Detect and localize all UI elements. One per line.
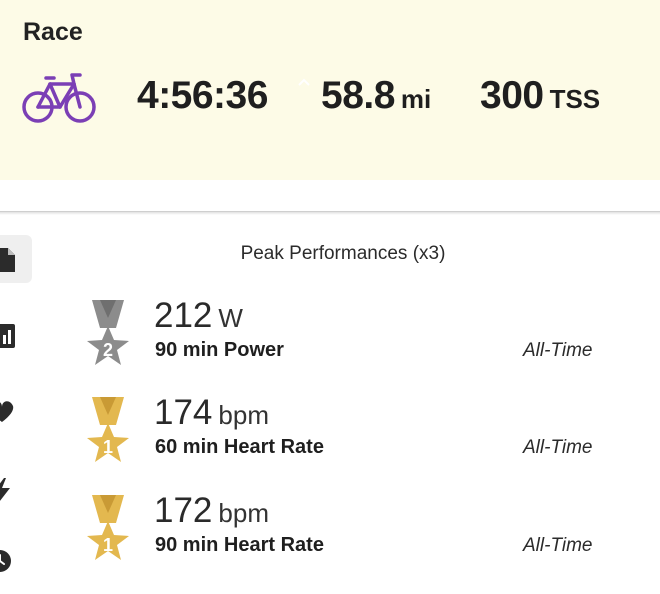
perf-value: 174 bpm [154,393,269,433]
distance-stat: 58.8 mi [321,74,431,118]
perf-label: 60 min Heart Rate [155,436,324,458]
tss-unit: TSS [549,84,601,114]
activity-title: Race [23,18,83,46]
distance-value: 58.8 [321,74,395,117]
distance-unit: mi [400,84,432,114]
list-item[interactable]: 1 174 bpm 60 min Heart Rate All-Time [0,393,660,487]
gold-medal-icon: 1 [87,397,129,462]
medal-rank: 2 [103,340,113,360]
duration-value: 4:56:36 [137,74,268,117]
perf-number: 174 [154,393,213,432]
tss-value: 300 [480,74,544,117]
perf-label: 90 min Power [155,339,284,361]
perf-unit: bpm [218,400,269,430]
list-item[interactable]: 1 172 bpm 90 min Heart Rate All-Time [0,491,660,585]
duration-stat: 4:56:36 [137,74,268,118]
caret-up-icon [298,78,310,86]
perf-unit: W [218,303,243,333]
tss-stat: 300 TSS [480,74,600,118]
medal-rank: 1 [103,437,113,457]
perf-range: All-Time [523,437,593,458]
silver-medal-icon: 2 [87,300,129,365]
perf-number: 212 [154,296,213,335]
activity-header: Race 4:56:36 58.8 mi 300 TSS [0,0,660,180]
perf-range: All-Time [523,535,593,556]
list-item[interactable]: 2 212 W 90 min Power All-Time [0,296,660,390]
peak-performances-title: Peak Performances (x3) [240,243,446,264]
bike-icon [22,73,96,123]
perf-range: All-Time [523,340,593,361]
medal-rank: 1 [103,535,113,555]
perf-value: 212 W [154,296,243,336]
perf-label: 90 min Heart Rate [155,534,324,556]
perf-number: 172 [154,491,213,530]
header-divider [0,211,660,212]
perf-value: 172 bpm [154,491,269,531]
perf-unit: bpm [218,498,269,528]
gold-medal-icon: 1 [87,495,129,560]
